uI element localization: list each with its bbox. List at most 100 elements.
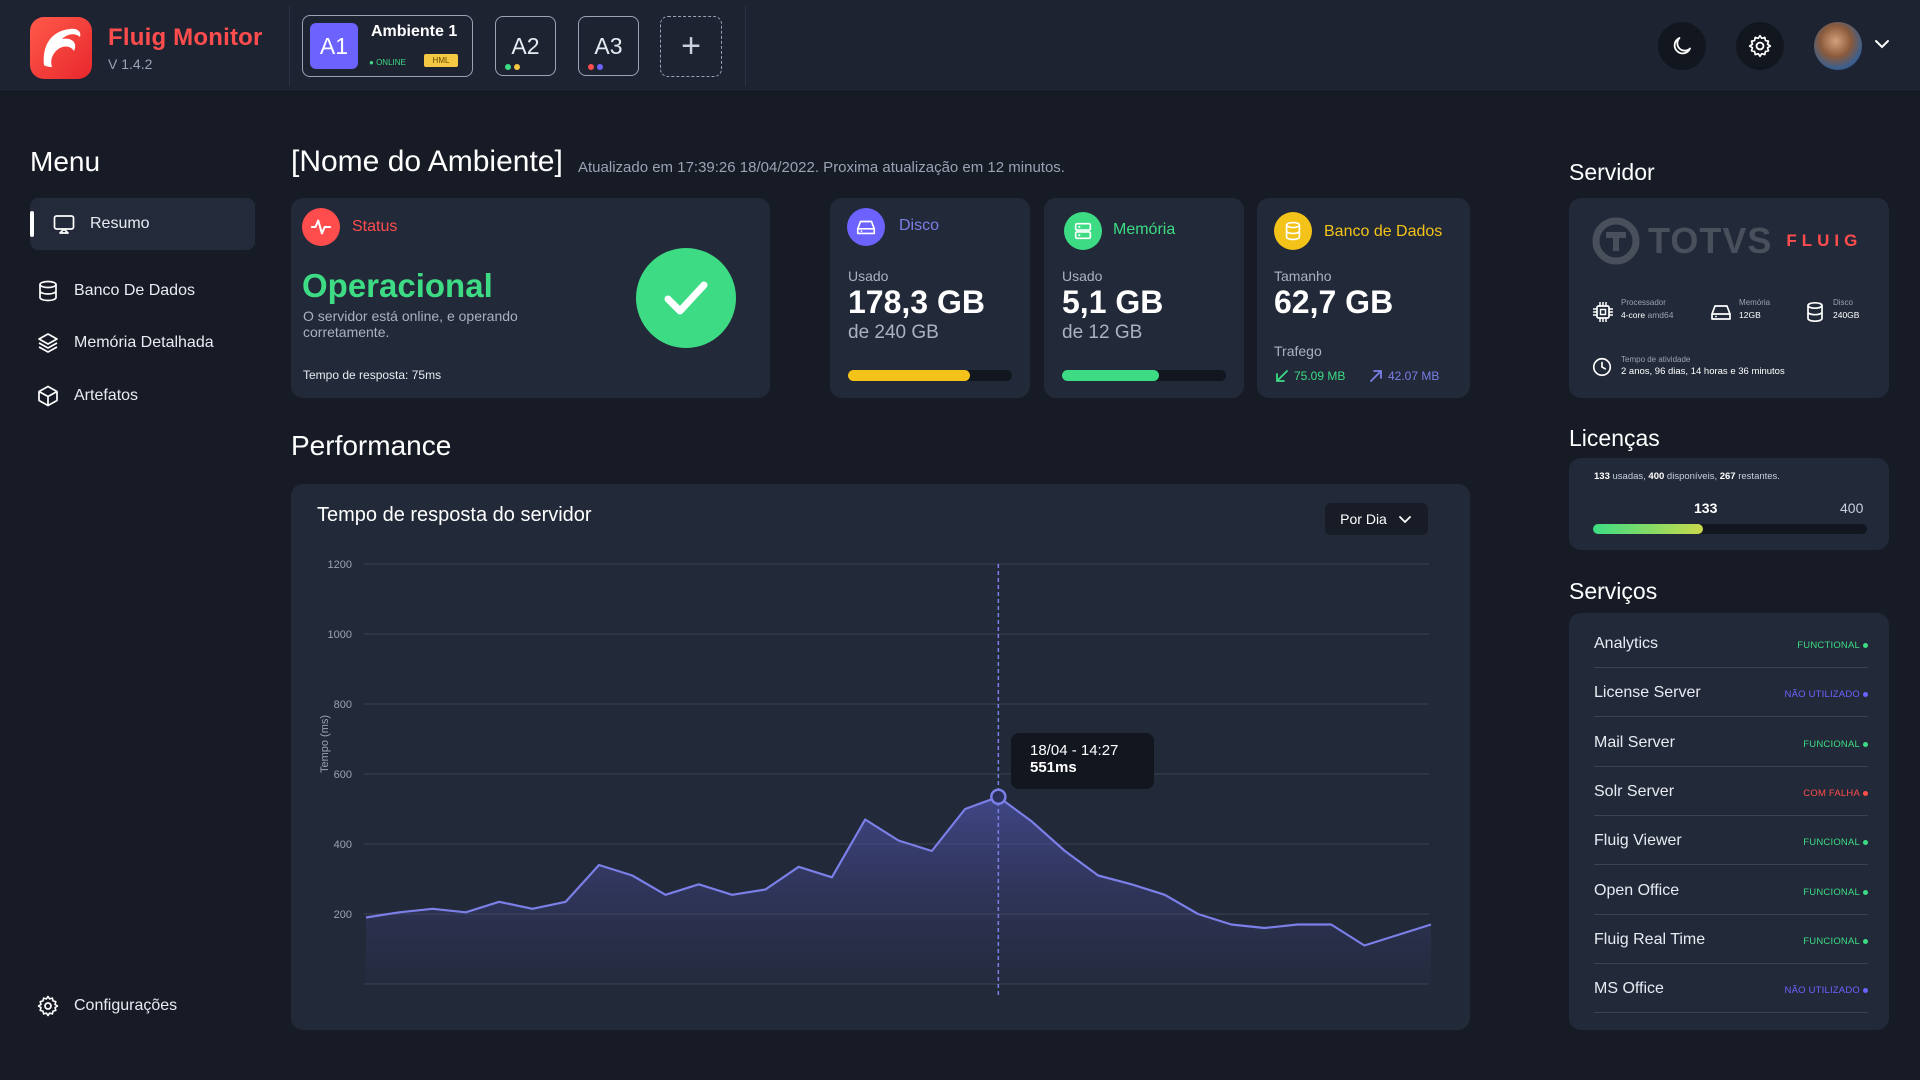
database-icon	[1274, 212, 1312, 250]
service-status-dot	[1863, 938, 1868, 944]
database-size-label: Tamanho	[1274, 268, 1332, 284]
y-tick-label: 800	[334, 699, 352, 711]
add-environment-button[interactable]: +	[660, 16, 722, 77]
sidebar-item-configuracoes[interactable]: Configurações	[30, 980, 255, 1032]
sidebar-item-label: Configurações	[74, 997, 178, 1014]
arrow-down-left-icon	[1276, 370, 1288, 382]
service-name: License Server	[1594, 684, 1701, 702]
uptime-value: 2 anos, 96 dias, 14 horas e 36 minutos	[1621, 366, 1785, 377]
app-version: V 1.4.2	[108, 56, 153, 72]
sidebar-item-resumo[interactable]: Resumo	[30, 198, 255, 250]
chevron-down-icon[interactable]	[1872, 34, 1892, 59]
chart-area	[366, 796, 1431, 984]
cpu-icon	[1591, 300, 1615, 329]
last-update-text: Atualizado em 17:39:26 18/04/2022. Proxi…	[578, 159, 1065, 176]
status-dot	[514, 64, 520, 70]
top-bar	[0, 0, 1920, 92]
processor-value: 4-core amd64	[1621, 310, 1674, 320]
tooltip-value: 551ms	[1030, 759, 1077, 776]
y-tick-label: 1000	[328, 629, 352, 641]
licenses-summary: 133 usadas, 400 disponíveis, 267 restant…	[1594, 471, 1780, 482]
service-name: Fluig Real Time	[1594, 930, 1706, 948]
service-status-dot	[1863, 790, 1868, 796]
sidebar-item-memoria-detalhada[interactable]: Memória Detalhada	[30, 317, 255, 369]
y-tick-label: 1200	[328, 559, 352, 571]
bird-logo-icon	[43, 28, 81, 67]
env-badge: A1	[310, 23, 358, 69]
disk-used-label: Usado	[848, 268, 889, 284]
service-row[interactable]: Mail Server FUNCIONAL	[1594, 718, 1868, 767]
server-icon	[1064, 212, 1102, 250]
service-row[interactable]: Fluig Real Time FUNCIONAL	[1594, 915, 1868, 964]
service-name: Fluig Viewer	[1594, 832, 1682, 850]
pulse-icon	[302, 208, 340, 246]
y-axis-label: Tempo (ms)	[319, 715, 331, 773]
env-online-status: ● ONLINE	[369, 58, 406, 67]
y-tick-label: 400	[334, 839, 352, 851]
memory-spec-label: Memória	[1739, 298, 1771, 307]
sidebar-item-banco-de-dados[interactable]: Banco De Dados	[30, 265, 255, 317]
user-avatar[interactable]	[1814, 22, 1862, 70]
env-tag: HML	[424, 54, 458, 67]
status-value: Operacional	[302, 267, 493, 304]
divider	[289, 6, 290, 86]
service-status: FUNCIONAL	[1803, 886, 1860, 898]
sidebar-item-label: Banco De Dados	[74, 282, 195, 299]
server-title: Servidor	[1569, 159, 1655, 185]
service-status-dot	[1863, 741, 1868, 747]
sidebar-item-label: Resumo	[90, 215, 150, 232]
service-name: MS Office	[1594, 980, 1664, 998]
status-dot	[588, 64, 594, 70]
service-status: FUNCIONAL	[1803, 935, 1860, 947]
monitor-icon	[52, 212, 76, 236]
disk-usage-fill	[848, 370, 970, 381]
y-tick-label: 200	[334, 909, 352, 921]
app-name: Fluig Monitor	[108, 24, 263, 51]
settings-button[interactable]	[1736, 22, 1784, 70]
disk-spec-label: Disco	[1833, 298, 1854, 307]
response-time: Tempo de resposta: 75ms	[303, 368, 442, 382]
status-description: O servidor está online, e operando corre…	[303, 308, 518, 340]
disk-spec-value: 240GB	[1833, 310, 1860, 320]
service-row[interactable]: Solr Server COM FALHA	[1594, 767, 1868, 816]
licenses-bar	[1593, 524, 1867, 534]
check-icon	[636, 248, 736, 348]
memory-label: Memória	[1113, 221, 1176, 238]
database-icon	[36, 279, 60, 303]
response-time-chart[interactable]: 200 400 600 800 1000 1200 Tempo (ms)	[291, 484, 1470, 1030]
uptime-label: Tempo de atividade	[1621, 355, 1691, 364]
layers-icon	[36, 331, 60, 355]
tooltip-date: 18/04 - 14:27	[1030, 742, 1119, 759]
service-name: Analytics	[1594, 635, 1659, 652]
sidebar-item-artefatos[interactable]: Artefatos	[30, 370, 255, 422]
service-status-dot	[1863, 889, 1868, 895]
disk-usage-bar	[848, 370, 1012, 381]
chart-tooltip: 18/04 - 14:27 551ms	[1011, 733, 1154, 789]
service-name: Open Office	[1594, 881, 1680, 899]
y-tick-label: 600	[334, 769, 352, 781]
moon-icon	[1673, 37, 1691, 55]
licenses-fill	[1593, 524, 1703, 534]
service-status-dot	[1863, 692, 1868, 698]
hard-drive-icon	[1709, 300, 1733, 329]
database-label: Banco de Dados	[1324, 223, 1443, 240]
service-row[interactable]: License Server NÃO UTILIZADO	[1594, 668, 1868, 718]
clock-icon	[1591, 356, 1613, 383]
app-logo[interactable]	[30, 17, 92, 79]
licenses-used-value: 133	[1694, 500, 1718, 516]
service-row[interactable]: Open Office FUNCIONAL	[1594, 866, 1868, 915]
theme-toggle-button[interactable]	[1658, 22, 1706, 70]
service-row[interactable]: Fluig Viewer FUNCIONAL	[1594, 816, 1868, 866]
env-name: Ambiente 1	[371, 23, 458, 40]
service-status: COM FALHA	[1803, 787, 1860, 799]
service-row[interactable]: Analytics FUNCTIONAL	[1594, 619, 1868, 668]
licenses-title: Licenças	[1569, 425, 1660, 451]
memory-spec-value: 12GB	[1739, 310, 1761, 320]
menu-title: Menu	[30, 146, 101, 177]
box-icon	[36, 384, 60, 408]
status-dot	[597, 64, 603, 70]
highlight-point[interactable]	[990, 788, 1007, 805]
memory-usage-fill	[1062, 370, 1159, 381]
service-row[interactable]: MS Office NÃO UTILIZADO	[1594, 964, 1868, 1014]
hard-drive-icon	[847, 208, 885, 246]
